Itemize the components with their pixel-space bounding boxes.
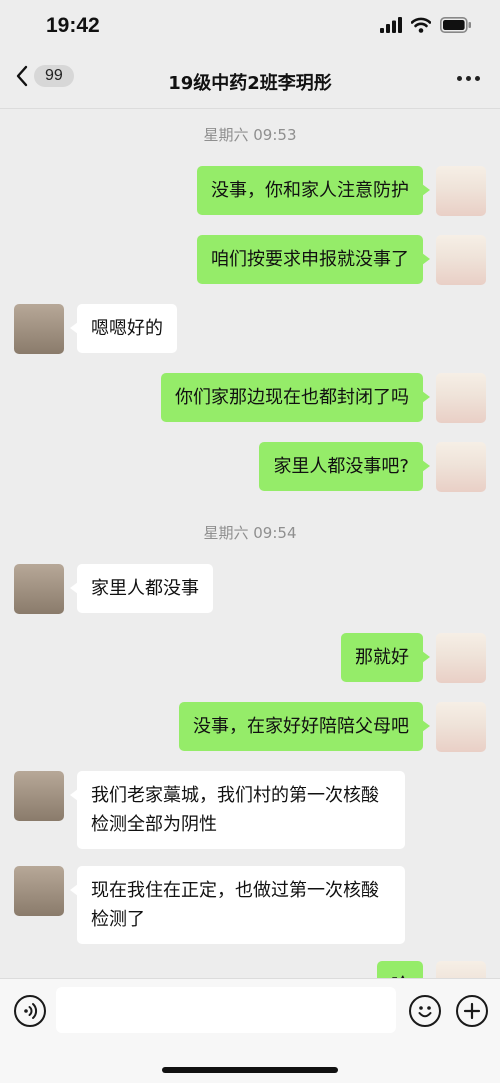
time-separator: 星期六 09:53 <box>203 126 297 144</box>
plus-icon <box>463 1002 481 1020</box>
message-bubble-incoming[interactable]: 现在我住在正定，也做过第一次核酸检测了 <box>70 866 405 944</box>
status-bar: 19:42 <box>0 0 500 52</box>
signal-icon <box>380 17 402 33</box>
wifi-icon <box>411 17 431 33</box>
message-bubble-incoming[interactable]: 我们老家藁城，我们村的第一次核酸检测全部为阴性 <box>70 771 405 849</box>
nav-bar: 99 19级中药2班李玥彤 <box>0 52 500 109</box>
message-bubble-outgoing[interactable]: 咱们按要求申报就没事了 <box>197 235 430 284</box>
message-bubble-incoming[interactable]: 家里人都没事 <box>70 564 213 613</box>
self-avatar[interactable] <box>436 633 486 683</box>
emoji-icon <box>418 1006 432 1018</box>
voice-button[interactable] <box>14 995 46 1027</box>
contact-avatar[interactable] <box>14 304 64 354</box>
chat-title: 19级中药2班李玥彤 <box>168 73 332 94</box>
contact-avatar[interactable] <box>14 866 64 916</box>
battery-icon <box>440 17 471 33</box>
more-functions-button[interactable] <box>456 995 488 1027</box>
contact-avatar[interactable] <box>14 771 64 821</box>
message-bubble-outgoing[interactable]: 哈 <box>377 961 423 978</box>
message-bubble-incoming[interactable]: 嗯嗯好的 <box>70 304 177 353</box>
time-separator: 星期六 09:54 <box>203 524 297 542</box>
home-indicator[interactable] <box>162 1067 338 1073</box>
self-avatar[interactable] <box>436 702 486 752</box>
more-icon <box>457 76 462 81</box>
emoji-button[interactable] <box>409 995 441 1027</box>
message-input[interactable] <box>56 987 396 1033</box>
message-bubble-outgoing[interactable]: 家里人都没事吧? <box>259 442 430 491</box>
contact-avatar[interactable] <box>14 564 64 614</box>
more-button[interactable] <box>457 76 480 81</box>
message-bubble-outgoing[interactable]: 没事，在家好好陪陪父母吧 <box>179 702 430 751</box>
chat-area[interactable]: 星期六 09:53 没事，你和家人注意防护 咱们按要求申报就没事了 嗯嗯好的 你… <box>0 108 500 978</box>
self-avatar[interactable] <box>436 235 486 285</box>
self-avatar[interactable] <box>436 166 486 216</box>
message-bubble-outgoing[interactable]: 你们家那边现在也都封闭了吗 <box>161 373 430 422</box>
message-bubble-outgoing[interactable]: 没事，你和家人注意防护 <box>197 166 430 215</box>
input-bar <box>0 978 500 1083</box>
status-icons <box>380 17 472 33</box>
status-time: 19:42 <box>46 14 100 37</box>
voice-icon <box>24 1003 38 1019</box>
self-avatar[interactable] <box>436 373 486 423</box>
self-avatar[interactable] <box>436 961 486 978</box>
self-avatar[interactable] <box>436 442 486 492</box>
message-bubble-outgoing[interactable]: 那就好 <box>341 633 430 682</box>
